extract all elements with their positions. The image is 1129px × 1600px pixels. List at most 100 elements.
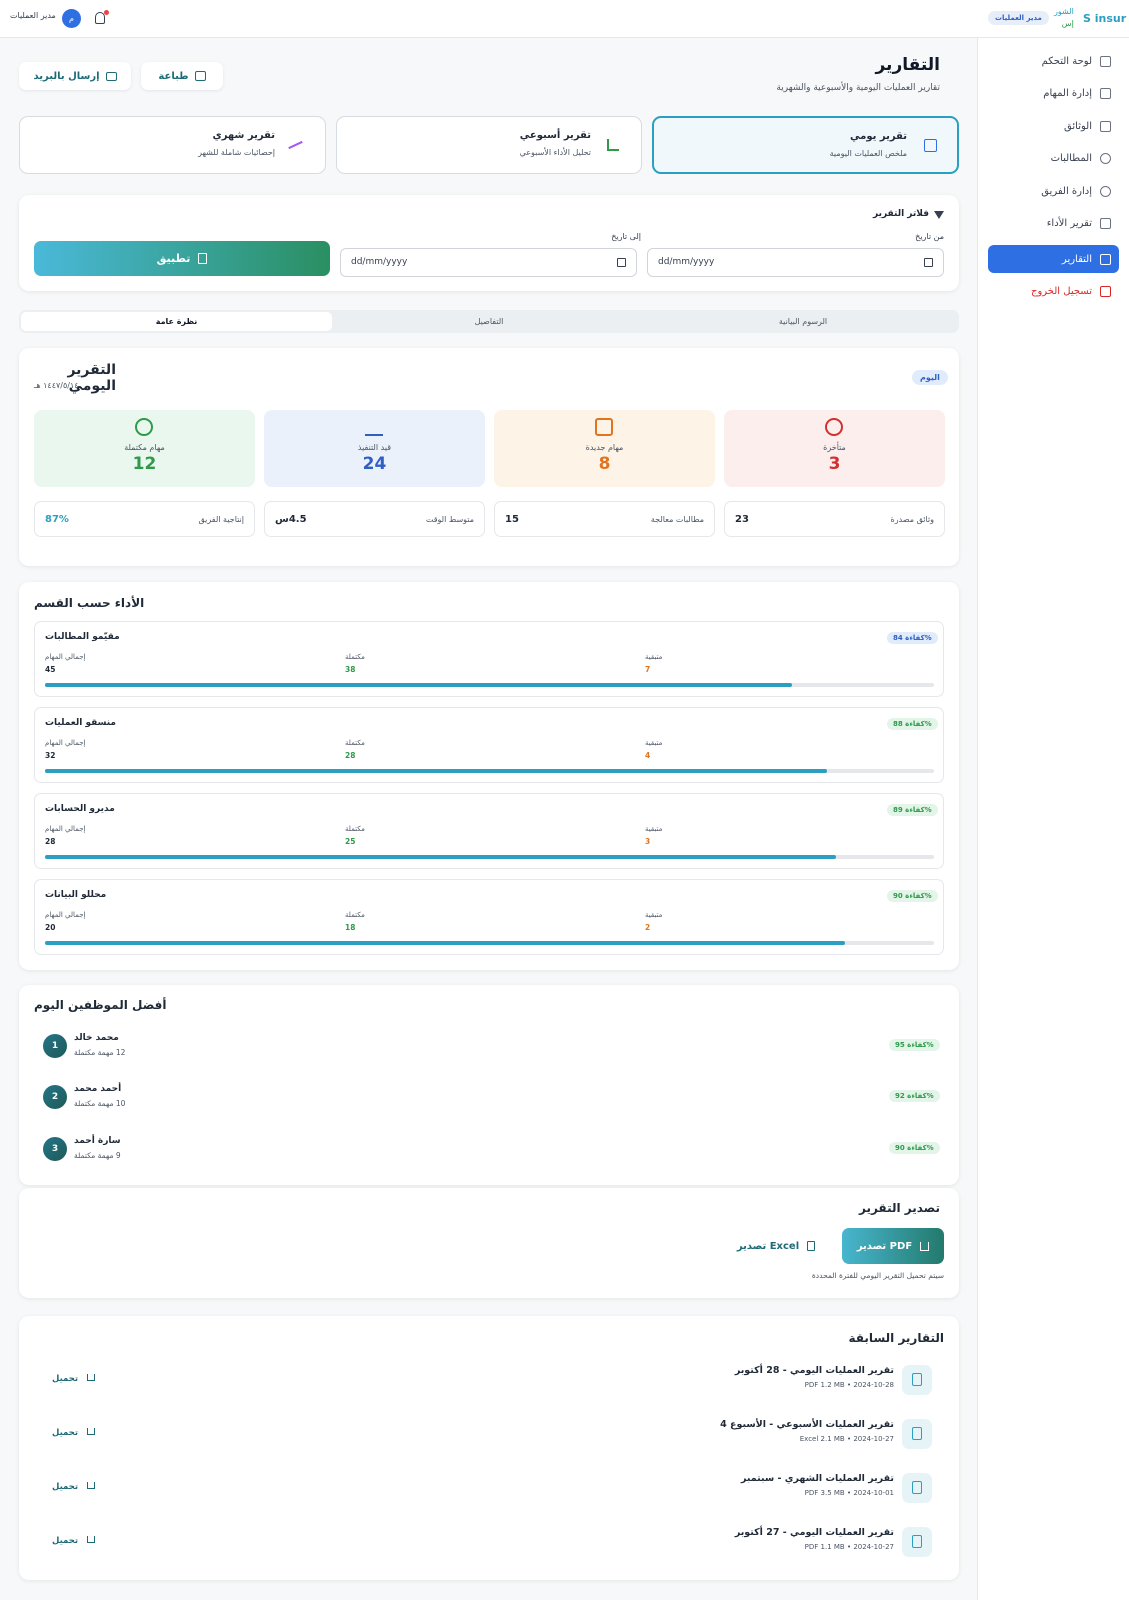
calendar-icon	[595, 418, 613, 436]
download-button[interactable]: تحميل	[52, 1374, 96, 1384]
efficiency-badge: كفاءة 90%	[889, 1142, 940, 1154]
logout-button[interactable]: تسجيل الخروج	[988, 277, 1119, 305]
report-icon	[1100, 253, 1111, 265]
department-row: كفاءة 89% مديرو الحسابات إجمالي المهام 2…	[34, 793, 944, 869]
report-meta: 2024-10-27 • Excel 2.1 MB	[799, 1435, 894, 1443]
remaining-value: 2	[645, 923, 651, 932]
calendar-icon[interactable]	[617, 258, 626, 267]
department-name: محللو البيانات	[45, 890, 107, 900]
document-icon	[1100, 120, 1111, 132]
department-row: كفاءة 84% مقيّمو المطالبات إجمالي المهام…	[34, 621, 944, 697]
stat-value: 8	[598, 454, 611, 474]
report-title: تقرير العمليات الأسبوعي - الأسبوع 4	[720, 1419, 894, 1430]
sidebar-item-documents[interactable]: الوثائق	[988, 112, 1119, 140]
employee-tasks: 10 مهمة مكتملة	[74, 1099, 126, 1108]
print-label: طباعة	[158, 70, 189, 82]
efficiency-badge: كفاءة 92%	[889, 1090, 940, 1102]
completed-label: مكتملة	[345, 825, 365, 833]
total-tasks-value: 45	[45, 665, 56, 674]
download-icon	[87, 1536, 96, 1543]
efficiency-badge: كفاءة 84%	[887, 632, 938, 644]
sidebar-item-tasks[interactable]: إدارة المهام	[988, 79, 1119, 107]
previous-report-row: تقرير العمليات الأسبوعي - الأسبوع 4 2024…	[34, 1412, 944, 1456]
print-button[interactable]: طباعة	[141, 62, 223, 90]
completed-value: 25	[345, 837, 356, 846]
mail-icon	[105, 71, 117, 81]
tab-charts[interactable]: الرسوم البيانية	[647, 310, 959, 333]
sidebar-item-label: لوحة التحكم	[1041, 55, 1092, 67]
completed-label: مكتملة	[345, 653, 365, 661]
mini-stat-productivity: إنتاجية الفريق 87%	[34, 501, 255, 537]
from-date-input[interactable]: dd/mm/yyyy	[647, 248, 944, 277]
mini-stat-documents: وثائق مصدرة 23	[724, 501, 945, 537]
download-icon	[87, 1374, 96, 1381]
apply-label: تطبيق	[156, 252, 191, 265]
total-tasks-label: إجمالي المهام	[45, 825, 86, 833]
progress-bar	[45, 683, 934, 687]
completed-value: 38	[345, 665, 356, 674]
bar-chart-icon	[607, 139, 619, 151]
brand-logo[interactable]: S insur	[1083, 12, 1126, 25]
remaining-value: 3	[645, 837, 651, 846]
mini-stat-value: 4.5س	[275, 513, 307, 525]
sidebar-item-performance[interactable]: تقرير الأداء	[988, 209, 1119, 237]
report-title: تقرير العمليات الشهري - سبتمبر	[740, 1473, 894, 1484]
calendar-icon[interactable]	[924, 258, 933, 267]
report-type-title: تقرير أسبوعي	[519, 130, 591, 141]
report-type-daily[interactable]: تقرير يومي ملخص العمليات اليومية	[652, 116, 959, 174]
completed-label: مكتملة	[345, 739, 365, 747]
email-button[interactable]: إرسال بالبريد	[19, 62, 131, 90]
sidebar-item-dashboard[interactable]: لوحة التحكم	[988, 47, 1119, 75]
tab-details[interactable]: التفاصيل	[333, 310, 645, 333]
download-button[interactable]: تحميل	[52, 1482, 96, 1492]
previous-report-row: تقرير العمليات اليومي - 27 أكتوبر 2024-1…	[34, 1520, 944, 1564]
download-label: تحميل	[52, 1428, 79, 1438]
tab-overview[interactable]: نظرة عامة	[21, 312, 332, 331]
download-button[interactable]: تحميل	[52, 1536, 96, 1546]
department-name: مديرو الحسابات	[45, 804, 115, 814]
users-icon	[1100, 185, 1111, 197]
employee-row: 1 محمد خالد 12 مهمة مكتملة كفاءة 95%	[34, 1024, 944, 1068]
report-type-title: تقرير شهري	[212, 130, 275, 141]
to-date-placeholder: dd/mm/yyyy	[351, 257, 408, 267]
report-meta: 2024-10-27 • PDF 1.1 MB	[804, 1543, 894, 1551]
department-performance-title: الأداء حسب القسم	[34, 596, 145, 610]
stat-value: 3	[828, 454, 841, 474]
department-row: كفاءة 90% محللو البيانات إجمالي المهام 2…	[34, 879, 944, 955]
user-name: مدير العمليات	[10, 11, 56, 20]
spreadsheet-icon	[807, 1241, 816, 1251]
sidebar-item-claims[interactable]: المطالبات	[988, 144, 1119, 172]
download-button[interactable]: تحميل	[52, 1428, 96, 1438]
export-excel-label: تصدير Excel	[736, 1240, 800, 1252]
sidebar-item-team[interactable]: إدارة الفريق	[988, 177, 1119, 205]
mini-stat-label: إنتاجية الفريق	[198, 514, 244, 524]
alert-circle-icon	[825, 418, 843, 436]
progress-bar	[45, 941, 934, 945]
logout-icon	[1100, 285, 1111, 297]
tabs: الرسوم البيانية التفاصيل نظرة عامة	[19, 310, 959, 333]
clipboard-icon	[1100, 87, 1111, 99]
notification-dot	[104, 10, 109, 15]
top-employees-title: أفضل الموظفين اليوم	[34, 998, 167, 1012]
apply-button[interactable]: تطبيق	[34, 241, 330, 276]
avatar[interactable]: م	[62, 9, 81, 28]
calendar-icon	[924, 139, 937, 152]
sidebar-item-reports[interactable]: التقارير	[988, 245, 1119, 273]
report-meta: 2024-10-01 • PDF 3.5 MB	[804, 1489, 894, 1497]
previous-reports-title: التقارير السابقة	[848, 1331, 944, 1345]
progress-fill	[45, 855, 837, 859]
trending-up-icon	[288, 140, 303, 150]
export-pdf-button[interactable]: تصدير PDF	[842, 1228, 944, 1264]
rank-badge: 3	[43, 1137, 67, 1161]
report-type-weekly[interactable]: تقرير أسبوعي تحليل الأداء الأسبوعي	[336, 116, 642, 174]
sidebar-item-label: التقارير	[1061, 253, 1092, 265]
remaining-value: 4	[645, 751, 651, 760]
sidebar: لوحة التحكم إدارة المهام الوثائق المطالب…	[977, 38, 1129, 1600]
report-type-monthly[interactable]: تقرير شهري إحصائيات شاملة للشهر	[19, 116, 326, 174]
sidebar-item-label: الوثائق	[1064, 120, 1092, 132]
mini-stat-value: 15	[505, 513, 519, 525]
export-excel-button[interactable]: تصدير Excel	[720, 1228, 832, 1264]
to-date-input[interactable]: dd/mm/yyyy	[340, 248, 637, 277]
export-pdf-label: تصدير PDF	[856, 1240, 913, 1252]
employee-name: محمد خالد	[74, 1033, 119, 1043]
